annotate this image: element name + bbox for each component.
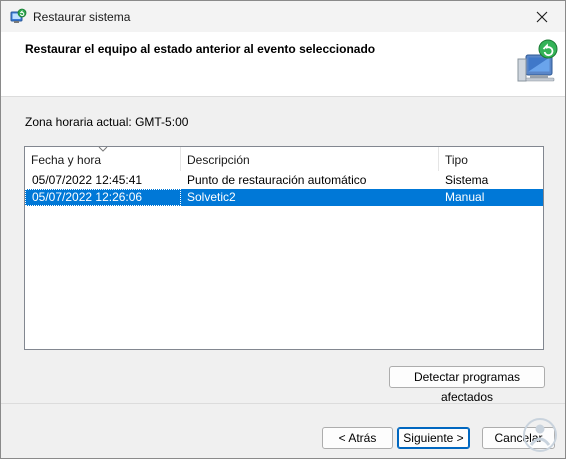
footer-divider [1,403,565,404]
page-heading: Restaurar el equipo al estado anterior a… [25,42,376,56]
row-description: Punto de restauración automático [187,173,367,187]
row-date: 05/07/2022 12:45:41 [32,173,143,187]
row-description: Solvetic2 [187,190,236,204]
close-button[interactable] [519,1,565,32]
column-date-label: Fecha y hora [31,153,102,167]
table-row[interactable]: 05/07/2022 12:45:41 Punto de restauració… [25,172,543,189]
wizard-header: Restaurar el equipo al estado anterior a… [1,32,565,97]
column-type-label: Tipo [445,153,468,167]
table-row-selected[interactable]: 05/07/2022 12:26:06 Solvetic2 Manual [25,189,543,206]
window-title: Restaurar sistema [33,10,131,24]
close-icon [536,11,548,22]
restore-dialog: Restaurar sistema Restaurar el equipo al… [0,0,566,459]
system-restore-icon [9,8,27,26]
list-header: Fecha y hora Descripción Tipo [25,146,543,171]
timezone-label: Zona horaria actual: GMT-5:00 [25,115,189,129]
column-type[interactable]: Tipo [439,147,543,171]
column-date[interactable]: Fecha y hora [25,146,181,171]
column-description-label: Descripción [187,153,250,167]
back-button[interactable]: < Atrás [322,427,393,449]
watermark-logo-icon [522,417,558,453]
row-type: Sistema [445,173,489,187]
restore-points-list[interactable]: Fecha y hora Descripción Tipo 05/07/2022… [24,146,544,350]
detect-affected-programs-button[interactable]: Detectar programas afectados [389,366,545,404]
computer-restore-icon [514,37,562,85]
row-date: 05/07/2022 12:26:06 [25,189,181,206]
column-description[interactable]: Descripción [181,147,439,171]
title-bar[interactable]: Restaurar sistema [1,1,565,32]
next-button[interactable]: Siguiente > [397,427,470,449]
sort-down-icon [98,146,108,152]
row-type: Manual [445,190,485,204]
